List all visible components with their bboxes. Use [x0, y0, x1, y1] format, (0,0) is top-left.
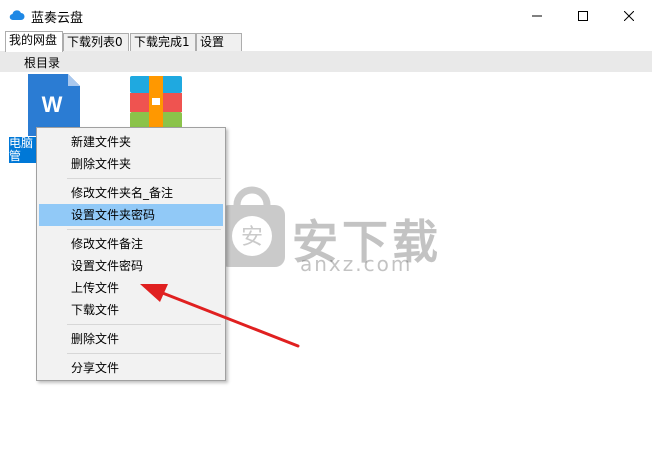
- tab-my-disk[interactable]: 我的网盘: [5, 31, 63, 52]
- annotation-arrow-icon: [140, 284, 300, 348]
